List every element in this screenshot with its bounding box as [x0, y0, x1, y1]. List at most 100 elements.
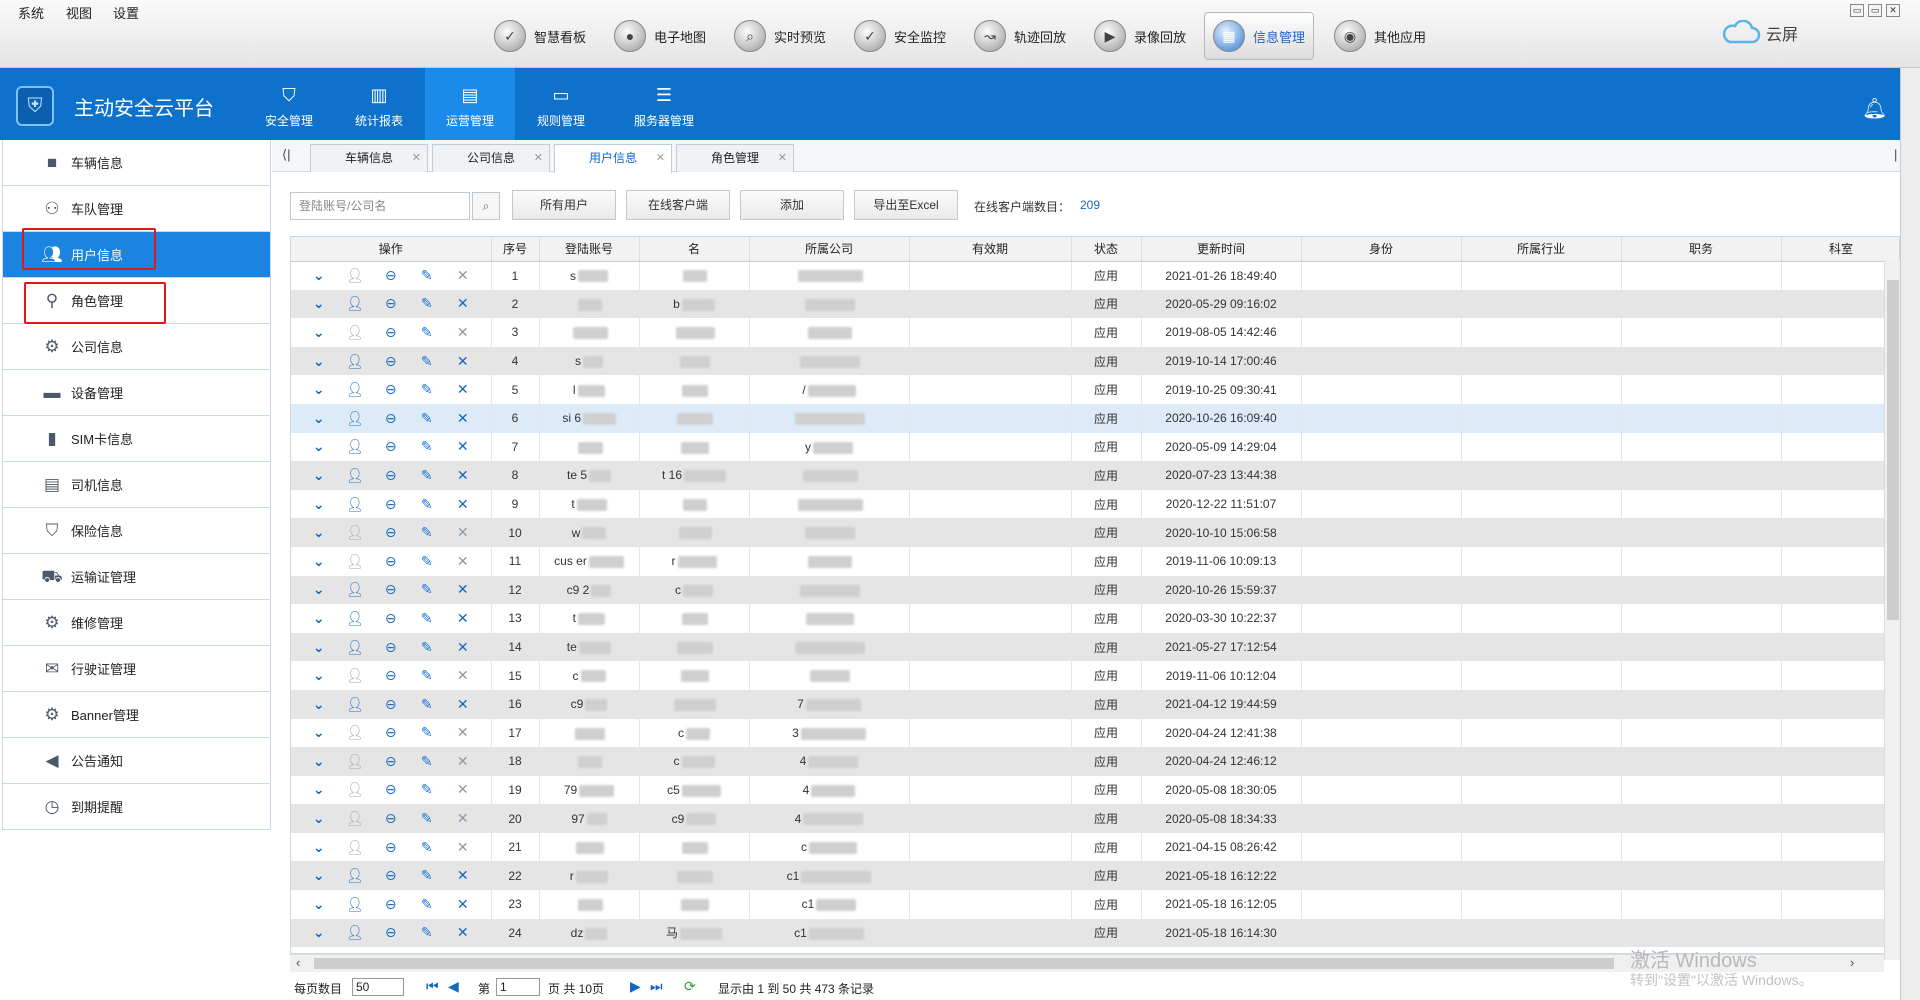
- delete-icon[interactable]: ✕: [445, 525, 481, 539]
- window-scrollbar[interactable]: [1900, 68, 1920, 1000]
- minus-circle-icon[interactable]: ⊖: [373, 611, 409, 625]
- app-dashboard[interactable]: ✓ 智慧看板: [486, 12, 594, 60]
- minus-circle-icon[interactable]: ⊖: [373, 382, 409, 396]
- chevron-down-icon[interactable]: ⌄: [301, 782, 337, 796]
- prev-page-icon[interactable]: ◀: [448, 978, 459, 995]
- restore-button[interactable]: ▭: [1868, 4, 1882, 17]
- column-header[interactable]: 身份: [1301, 237, 1462, 262]
- minus-circle-icon[interactable]: ⊖: [373, 868, 409, 882]
- delete-icon[interactable]: ✕: [445, 668, 481, 682]
- delete-icon[interactable]: ✕: [445, 697, 481, 711]
- user-icon[interactable]: 👤︎: [337, 754, 373, 768]
- minus-circle-icon[interactable]: ⊖: [373, 697, 409, 711]
- table-row[interactable]: ⌄ 👤︎ ⊖ ✎ ✕ 15 c 应用 2019-11-06 10:12:04: [291, 661, 1899, 690]
- pencil-icon[interactable]: ✎: [409, 840, 445, 854]
- delete-icon[interactable]: ✕: [445, 897, 481, 911]
- delete-icon[interactable]: ✕: [445, 640, 481, 654]
- app-security-monitor[interactable]: ✓ 安全监控: [846, 12, 954, 60]
- chevron-down-icon[interactable]: ⌄: [301, 840, 337, 854]
- search-input[interactable]: [290, 192, 470, 220]
- user-icon[interactable]: 👤︎: [337, 268, 373, 282]
- table-row[interactable]: ⌄ 👤︎ ⊖ ✎ ✕ 16 c9 7 应用 2021-04-12 19:44:59: [291, 689, 1899, 719]
- delete-icon[interactable]: ✕: [445, 754, 481, 768]
- pencil-icon[interactable]: ✎: [409, 611, 445, 625]
- sidebar-item-devices[interactable]: ▬ 设备管理: [3, 370, 270, 416]
- column-header[interactable]: 名: [639, 237, 750, 262]
- minus-circle-icon[interactable]: ⊖: [373, 411, 409, 425]
- table-row[interactable]: ⌄ 👤︎ ⊖ ✎ ✕ 18 c 4 应用 2020-04-24 12:46:12: [291, 747, 1899, 776]
- chevron-down-icon[interactable]: ⌄: [301, 325, 337, 339]
- column-header[interactable]: 所属行业: [1461, 237, 1622, 262]
- user-icon[interactable]: 👤︎: [337, 497, 373, 511]
- user-icon[interactable]: 👤︎: [337, 782, 373, 796]
- table-row[interactable]: ⌄ 👤︎ ⊖ ✎ ✕ 8 te 5t 16 应用 2020-07-23 13:44:38: [291, 461, 1899, 490]
- chevron-down-icon[interactable]: ⌄: [301, 439, 337, 453]
- table-row[interactable]: ⌄ 👤︎ ⊖ ✎ ✕ 19 79 c5 4 应用 2020-05-08 18:30:05: [291, 775, 1899, 805]
- user-icon[interactable]: 👤︎: [337, 897, 373, 911]
- add-button[interactable]: 添加: [740, 190, 844, 220]
- sidebar-item-banner[interactable]: ⚙ Banner管理: [3, 692, 270, 738]
- column-header[interactable]: 更新时间: [1141, 237, 1302, 262]
- user-icon[interactable]: 👤︎: [337, 868, 373, 882]
- chevron-down-icon[interactable]: ⌄: [301, 697, 337, 711]
- page-tab-users[interactable]: 用户信息 ✕: [554, 144, 672, 173]
- table-row[interactable]: ⌄ 👤︎ ⊖ ✎ ✕ 20 97 c9 4 应用 2020-05-08 18:34:33: [291, 804, 1899, 833]
- export-excel-button[interactable]: 导出至Excel: [854, 190, 958, 220]
- chevron-down-icon[interactable]: ⌄: [301, 925, 337, 939]
- page-tab-vehicles[interactable]: 车辆信息 ✕: [310, 144, 428, 172]
- pencil-icon[interactable]: ✎: [409, 897, 445, 911]
- app-other[interactable]: ◉ 其他应用: [1326, 12, 1434, 60]
- refresh-icon[interactable]: ⟳: [684, 978, 696, 995]
- table-row[interactable]: ⌄ 👤︎ ⊖ ✎ ✕ 21 c 应用 2021-04-15 08:26:42: [291, 832, 1899, 862]
- delete-icon[interactable]: ✕: [445, 468, 481, 482]
- user-icon[interactable]: 👤︎: [337, 354, 373, 368]
- minus-circle-icon[interactable]: ⊖: [373, 525, 409, 539]
- pencil-icon[interactable]: ✎: [409, 811, 445, 825]
- minus-circle-icon[interactable]: ⊖: [373, 325, 409, 339]
- table-row[interactable]: ⌄ 👤︎ ⊖ ✎ ✕ 6 si 6 应用 2020-10-26 16:09:40: [291, 403, 1899, 433]
- user-icon[interactable]: 👤︎: [337, 525, 373, 539]
- minus-circle-icon[interactable]: ⊖: [373, 354, 409, 368]
- delete-icon[interactable]: ✕: [445, 411, 481, 425]
- chevron-down-icon[interactable]: ⌄: [301, 868, 337, 882]
- app-video-playback[interactable]: ▶ 录像回放: [1086, 12, 1194, 60]
- vertical-scrollbar[interactable]: [1884, 260, 1900, 960]
- minus-circle-icon[interactable]: ⊖: [373, 296, 409, 310]
- minus-circle-icon[interactable]: ⊖: [373, 782, 409, 796]
- minimize-button[interactable]: ▭: [1850, 4, 1864, 17]
- table-row[interactable]: ⌄ 👤︎ ⊖ ✎ ✕ 14 te 应用 2021-05-27 17:12:54: [291, 632, 1899, 662]
- column-header[interactable]: 科室: [1781, 237, 1899, 262]
- sidebar-item-transport-permit[interactable]: ⛟ 运输证管理: [3, 554, 270, 600]
- delete-icon[interactable]: ✕: [445, 497, 481, 511]
- table-row[interactable]: ⌄ 👤︎ ⊖ ✎ ✕ 5 l / 应用 2019-10-25 09:30:41: [291, 375, 1899, 404]
- chevron-down-icon[interactable]: ⌄: [301, 554, 337, 568]
- search-button[interactable]: ⌕: [472, 192, 500, 220]
- table-row[interactable]: ⌄ 👤︎ ⊖ ✎ ✕ 7 y 应用 2020-05-09 14:29:04: [291, 432, 1899, 462]
- delete-icon[interactable]: ✕: [445, 811, 481, 825]
- delete-icon[interactable]: ✕: [445, 296, 481, 310]
- delete-icon[interactable]: ✕: [445, 582, 481, 596]
- menu-system[interactable]: 系统: [18, 3, 44, 22]
- scroll-right-icon[interactable]: ›: [1850, 955, 1854, 970]
- page-size-select[interactable]: 50: [352, 978, 404, 996]
- sidebar-item-sim[interactable]: ▮ SIM卡信息: [3, 416, 270, 462]
- chevron-down-icon[interactable]: ⌄: [301, 811, 337, 825]
- pencil-icon[interactable]: ✎: [409, 640, 445, 654]
- column-header[interactable]: 有效期: [909, 237, 1072, 262]
- app-live-preview[interactable]: ⌕ 实时预览: [726, 12, 834, 60]
- minus-circle-icon[interactable]: ⊖: [373, 668, 409, 682]
- user-icon[interactable]: 👤︎: [337, 325, 373, 339]
- user-icon[interactable]: 👤︎: [337, 811, 373, 825]
- app-info-management[interactable]: ▦ 信息管理: [1204, 12, 1314, 60]
- nav-tab-rules[interactable]: ▭ 规则管理: [516, 68, 606, 140]
- pencil-icon[interactable]: ✎: [409, 382, 445, 396]
- collapse-right-icon[interactable]: |: [1894, 147, 1897, 162]
- chevron-down-icon[interactable]: ⌄: [301, 725, 337, 739]
- delete-icon[interactable]: ✕: [445, 354, 481, 368]
- column-header[interactable]: 状态: [1071, 237, 1142, 262]
- user-icon[interactable]: 👤︎: [337, 840, 373, 854]
- chevron-down-icon[interactable]: ⌄: [301, 525, 337, 539]
- sidebar-item-driving-license[interactable]: ✉ 行驶证管理: [3, 646, 270, 692]
- close-icon[interactable]: ✕: [778, 145, 787, 171]
- delete-icon[interactable]: ✕: [445, 325, 481, 339]
